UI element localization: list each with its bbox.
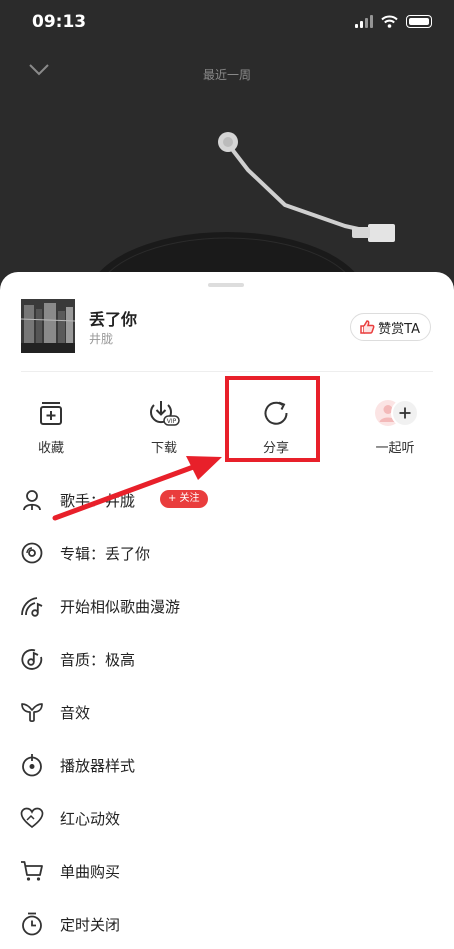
cart-icon — [20, 859, 44, 883]
share-highlight-box — [225, 376, 320, 462]
sheet-drag-handle[interactable] — [208, 283, 244, 287]
song-artist: 井胧 — [89, 332, 114, 346]
menu-item-quality[interactable]: 音质：极高 — [0, 639, 454, 679]
menu-item-player-style[interactable]: 播放器样式 — [0, 745, 454, 785]
svg-text:VIP: VIP — [167, 418, 177, 425]
reward-button[interactable]: 赞赏TA — [350, 313, 431, 341]
listen-together-icon — [375, 399, 419, 427]
thumbs-up-icon — [360, 320, 375, 334]
album-cover — [21, 299, 75, 353]
reward-label: 赞赏TA — [378, 321, 420, 337]
menu-item-label: 开始相似歌曲漫游 — [60, 597, 181, 616]
singer-icon — [20, 488, 44, 512]
menu-item-album[interactable]: 专辑：丢了你 — [0, 533, 454, 573]
menu-item-label: 红心动效 — [60, 809, 121, 828]
player-style-icon — [20, 753, 44, 777]
download-label: 下载 — [150, 441, 177, 456]
menu-item-purchase[interactable]: 单曲购买 — [0, 851, 454, 891]
menu-item-roam[interactable]: 开始相似歌曲漫游 — [0, 586, 454, 626]
menu-item-label: 专辑：丢了你 — [60, 544, 151, 563]
action-sheet: 丢了你 井胧 赞赏TA 收藏 VIP 下载 分享 一起听 歌手：井胧 + 关注 … — [0, 272, 454, 949]
download-button[interactable]: VIP 下载 — [129, 398, 199, 456]
menu-item-heart-effect[interactable]: 红心动效 — [0, 798, 454, 838]
collect-label: 收藏 — [37, 441, 64, 456]
sound-effect-icon — [20, 700, 44, 724]
heart-effect-icon — [20, 806, 44, 830]
menu-item-label: 音质：极高 — [60, 650, 136, 669]
menu-item-label: 歌手：井胧 — [60, 491, 136, 510]
menu-item-label: 定时关闭 — [60, 915, 121, 934]
song-title: 丢了你 — [89, 310, 138, 329]
menu-item-label: 播放器样式 — [60, 756, 136, 775]
collect-icon — [40, 402, 62, 425]
menu-item-sound-effect[interactable]: 音效 — [0, 692, 454, 732]
menu-item-timer[interactable]: 定时关闭 — [0, 904, 454, 944]
vinyl-tonearm — [87, 132, 395, 300]
quality-icon — [20, 647, 44, 671]
listen-together-label: 一起听 — [375, 441, 415, 456]
collect-button[interactable]: 收藏 — [16, 398, 86, 456]
menu-item-label: 单曲购买 — [60, 862, 121, 881]
menu-item-singer[interactable]: 歌手：井胧 + 关注 — [0, 480, 454, 520]
divider — [21, 371, 433, 372]
timer-icon — [20, 912, 44, 936]
menu-item-label: 音效 — [60, 703, 91, 722]
roam-icon — [20, 594, 44, 618]
follow-badge[interactable]: + 关注 — [160, 490, 208, 508]
download-icon: VIP — [150, 401, 180, 426]
album-icon — [20, 541, 44, 565]
listen-together-button[interactable]: 一起听 — [360, 398, 430, 456]
